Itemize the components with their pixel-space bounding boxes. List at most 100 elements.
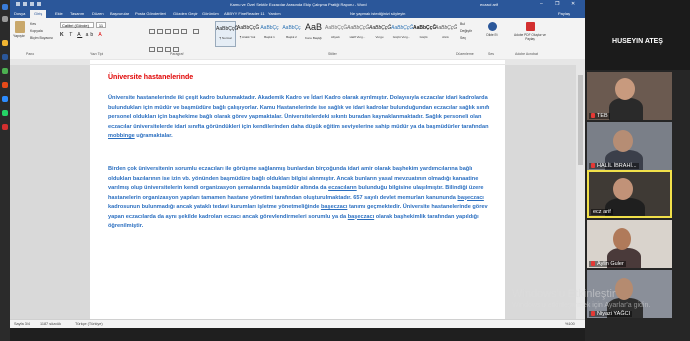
tab-gozden-gecir[interactable]: Gözden Geçir bbox=[173, 11, 198, 16]
tab-dosya[interactable]: Dosya bbox=[14, 11, 25, 16]
underline-button[interactable]: A bbox=[77, 32, 82, 38]
quick-access-toolbar bbox=[16, 2, 46, 7]
tab-posta[interactable]: Posta Gönderileri bbox=[135, 11, 166, 16]
start-icon[interactable] bbox=[2, 4, 8, 10]
tab-giris[interactable]: Giriş bbox=[30, 10, 47, 18]
clipboard-icon bbox=[15, 21, 25, 33]
participant-name: Niyazi YAĞCI bbox=[589, 311, 633, 317]
tab-yardim[interactable]: Yardım bbox=[268, 11, 281, 16]
format-painter-button[interactable]: Biçim Boyacısı bbox=[30, 36, 53, 40]
editing-group-label: Düzenleme bbox=[456, 52, 474, 56]
word-icon[interactable] bbox=[2, 54, 8, 60]
style-quote[interactable]: AaBbÇçĞ Alıntı bbox=[435, 21, 457, 47]
bold-button[interactable]: K bbox=[60, 32, 66, 38]
copy-button[interactable]: Kopyala bbox=[30, 29, 43, 33]
bullets-icon[interactable] bbox=[149, 29, 155, 34]
cut-button[interactable]: Kes bbox=[30, 22, 36, 26]
style-intense-emphasis[interactable]: AaBbÇçĞ Güçlü Vurg... bbox=[391, 21, 413, 47]
style-heading-2[interactable]: AaBbÇç Başlık 2 bbox=[281, 21, 302, 47]
multilevel-icon[interactable] bbox=[165, 29, 171, 34]
zoom-level[interactable]: %100 bbox=[565, 322, 575, 326]
vertical-scrollbar[interactable] bbox=[576, 65, 585, 319]
tab-basvurular[interactable]: Başvurular bbox=[110, 11, 129, 16]
align-right-icon[interactable] bbox=[157, 47, 163, 52]
document-page[interactable]: Üniversite hastanelerinde Üniversite has… bbox=[90, 65, 505, 319]
acrobat-icon[interactable] bbox=[2, 124, 8, 130]
host-name: HUSEYIN ATEŞ bbox=[612, 38, 663, 45]
style-no-spacing[interactable]: AaBbÇçĞ ¶ Aralık Yok bbox=[237, 21, 259, 47]
word-window: Kamu ve Özel Sektör Eczacılar Arasında E… bbox=[10, 0, 585, 329]
numbering-icon[interactable] bbox=[157, 29, 163, 34]
find-button[interactable]: Bul bbox=[460, 22, 465, 26]
tab-duzen[interactable]: Düzen bbox=[92, 11, 104, 16]
style-subtle-emphasis[interactable]: AaBbÇçĞ Hafif Vurg... bbox=[347, 21, 369, 47]
share-button[interactable]: Paylaş bbox=[558, 11, 570, 16]
font-color-button[interactable]: A bbox=[98, 32, 103, 38]
chrome-icon[interactable] bbox=[2, 82, 8, 88]
sort-icon[interactable] bbox=[181, 29, 187, 34]
paste-button[interactable]: Yapıştır bbox=[13, 21, 27, 39]
adobe-pdf-button[interactable]: Adobe PDF Oluştur ve Paylaş bbox=[510, 22, 550, 41]
tab-tasarim[interactable]: Tasarım bbox=[70, 11, 84, 16]
paragraph-group-label: Paragraf bbox=[170, 52, 184, 56]
font-name-box[interactable]: Calibri (Gövde) bbox=[60, 22, 94, 28]
participant-tile[interactable]: TEB bbox=[587, 72, 672, 120]
microphone-icon bbox=[487, 22, 497, 31]
italic-button[interactable]: T bbox=[69, 32, 74, 38]
language-indicator[interactable]: Türkçe (Türkiye) bbox=[75, 322, 103, 326]
align-left-icon[interactable] bbox=[193, 29, 200, 34]
redo-icon[interactable] bbox=[37, 2, 41, 6]
mic-muted-icon bbox=[591, 113, 595, 119]
voice-group-label: Ses bbox=[488, 52, 495, 56]
close-icon[interactable]: ✕ bbox=[571, 1, 575, 7]
styles-gallery: AaBbÇçĞ ¶ Normal AaBbÇçĞ ¶ Aralık Yok AaBb… bbox=[215, 21, 457, 47]
tab-abbyy[interactable]: ABBYY FineReader 11 bbox=[224, 11, 265, 16]
windows-taskbar bbox=[0, 0, 10, 341]
paragraph-1: Üniversite hastanelerinde iki çeşit kadr… bbox=[108, 95, 490, 139]
style-emphasis[interactable]: AaBbÇçĞ Vurgu bbox=[369, 21, 391, 47]
tell-me-search[interactable]: Ne yapmak istediğinizi söyleyin bbox=[350, 11, 405, 16]
ribbon-tabs: Dosya Giriş Ekle Tasarım Düzen Başvurula… bbox=[10, 9, 585, 18]
align-center-icon[interactable] bbox=[149, 47, 155, 52]
host-tile[interactable]: HUSEYIN ATEŞ bbox=[585, 0, 690, 70]
paragraph-2: Birden çok üniversitenin sorumlu eczacıl… bbox=[108, 166, 488, 229]
strikethrough-button[interactable]: ab bbox=[86, 32, 96, 38]
indent-icon[interactable] bbox=[173, 29, 179, 34]
font-format-row: K T A ab A bbox=[60, 32, 104, 38]
zoom-icon[interactable] bbox=[2, 96, 8, 102]
excel-icon[interactable] bbox=[2, 68, 8, 74]
search-icon[interactable] bbox=[2, 16, 8, 22]
font-size-box[interactable]: 11 bbox=[96, 22, 106, 28]
page-indicator[interactable]: Sayfa 3/4 bbox=[14, 322, 30, 326]
title-bar: Kamu ve Özel Sektör Eczacılar Arasında E… bbox=[10, 0, 585, 9]
tab-gorunum[interactable]: Görünüm bbox=[202, 11, 219, 16]
participant-name: TEB bbox=[589, 113, 610, 119]
maximize-icon[interactable]: ❐ bbox=[555, 1, 559, 7]
screen: Kamu ve Özel Sektör Eczacılar Arasında E… bbox=[0, 0, 690, 341]
style-normal[interactable]: AaBbÇçĞ ¶ Normal bbox=[215, 21, 238, 47]
paragraph-controls bbox=[148, 22, 208, 52]
autosave-icon[interactable] bbox=[16, 2, 20, 6]
file-explorer-icon[interactable] bbox=[2, 40, 8, 46]
dictate-button[interactable]: Dikte Et bbox=[480, 22, 504, 37]
user-name[interactable]: eczaci arif bbox=[480, 2, 498, 7]
save-icon[interactable] bbox=[23, 2, 27, 6]
style-strong[interactable]: AaBbÇçĞ Güçlü bbox=[413, 21, 436, 47]
word-count[interactable]: 1187 sözcük bbox=[40, 322, 61, 326]
tab-ekle[interactable]: Ekle bbox=[55, 11, 63, 16]
participant-video bbox=[609, 98, 643, 120]
style-title[interactable]: AaB Konu Başlığı bbox=[303, 21, 324, 47]
replace-button[interactable]: Değiştir bbox=[460, 29, 472, 33]
participant-name: Aylin Guler bbox=[589, 261, 626, 267]
undo-icon[interactable] bbox=[30, 2, 34, 6]
scrollbar-thumb[interactable] bbox=[578, 75, 583, 165]
participant-tile[interactable]: HALİL İBRAHİ... bbox=[587, 122, 672, 170]
whatsapp-icon[interactable] bbox=[2, 110, 8, 116]
select-button[interactable]: Seç bbox=[460, 36, 466, 40]
spelling-flag-baseczaci: başeczacı bbox=[457, 194, 484, 201]
style-heading-1[interactable]: AaBbÇç Başlık 1 bbox=[259, 21, 280, 47]
minimize-icon[interactable]: – bbox=[540, 1, 543, 7]
active-speaker-tile[interactable]: ecz arif bbox=[587, 170, 672, 218]
style-subtitle[interactable]: AaBbÇçĞ Altyazı bbox=[325, 21, 347, 47]
participant-tile[interactable]: Aylin Guler bbox=[587, 220, 672, 268]
